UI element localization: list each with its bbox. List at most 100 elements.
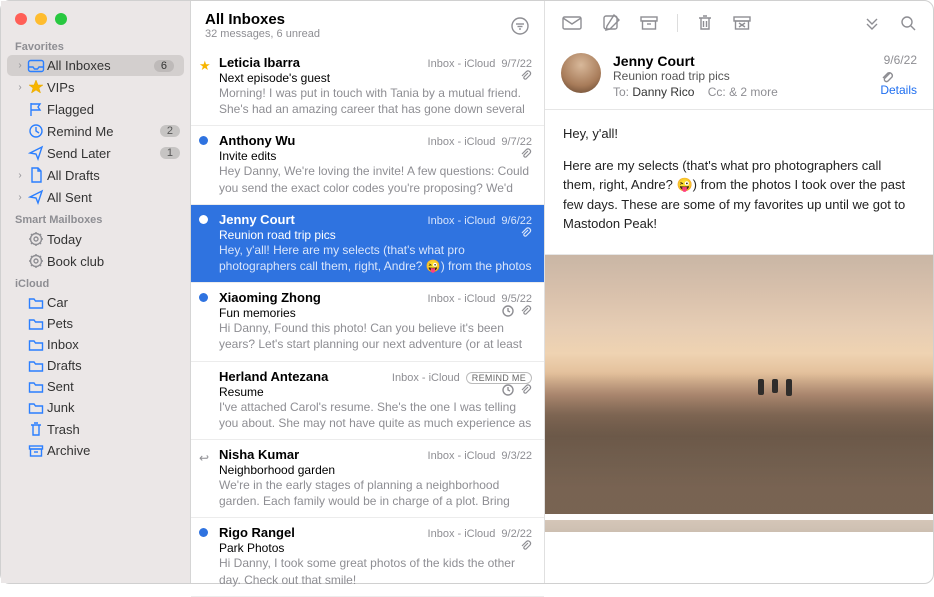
unread-dot-icon (199, 293, 208, 302)
sidebar-item-all-inboxes[interactable]: ›All Inboxes6 (7, 55, 184, 76)
sidebar-item-remind-me[interactable]: Remind Me2 (1, 120, 190, 142)
avatar[interactable] (561, 53, 601, 93)
sidebar-item-today[interactable]: Today (1, 228, 190, 250)
sidebar-item-pets[interactable]: Pets (1, 313, 190, 334)
attachment-icon[interactable] (880, 69, 917, 83)
sidebar-item-label: Remind Me (47, 124, 160, 139)
message-sender: Leticia Ibarra (219, 55, 300, 70)
sidebar-item-label: All Inboxes (47, 58, 154, 73)
sidebar-item-archive[interactable]: Archive (1, 440, 190, 461)
maximize-window-button[interactable] (55, 13, 67, 25)
folder-icon (25, 338, 47, 352)
folder-icon (25, 359, 47, 373)
message-row[interactable]: ★Leticia IbarraInbox - iCloud9/7/22Next … (191, 48, 544, 126)
message-date: 9/5/22 (501, 293, 532, 305)
junk-icon[interactable] (732, 14, 752, 32)
sidebar-item-label: Send Later (47, 146, 160, 161)
message-subject: Invite edits (219, 149, 276, 163)
message-preview: Hi Danny, I took some great photos of th… (219, 555, 532, 587)
sidebar-item-label: All Drafts (47, 168, 180, 183)
sidebar-item-all-sent[interactable]: ›All Sent (1, 186, 190, 208)
clock-icon (25, 123, 47, 139)
sidebar-item-all-drafts[interactable]: ›All Drafts (1, 164, 190, 186)
message-mailbox: Inbox - iCloud (428, 136, 496, 148)
message-subject: Next episode's guest (219, 71, 330, 85)
sidebar-item-label: Sent (47, 379, 180, 394)
chevron-right-icon: › (15, 82, 25, 93)
message-preview: Hi Danny, Found this photo! Can you beli… (219, 320, 532, 352)
viewer-from: Jenny Court (613, 53, 868, 69)
message-row[interactable]: Xiaoming ZhongInbox - iCloud9/5/22Fun me… (191, 283, 544, 361)
trash-icon[interactable] (696, 13, 714, 33)
message-meta: Inbox - iCloud9/3/22 (428, 450, 532, 462)
sidebar-item-car[interactable]: Car (1, 292, 190, 313)
close-window-button[interactable] (15, 13, 27, 25)
message-mailbox: Inbox - iCloud (428, 293, 496, 305)
message-date: 9/7/22 (501, 136, 532, 148)
attached-photo[interactable] (545, 514, 933, 532)
sidebar-item-junk[interactable]: Junk (1, 397, 190, 418)
sidebar-item-vips[interactable]: ›VIPs (1, 76, 190, 98)
attachment-icon (520, 384, 532, 396)
message-viewer-pane: Jenny Court Reunion road trip pics To: D… (545, 1, 933, 583)
search-icon[interactable] (899, 14, 917, 32)
message-row[interactable]: Jenny CourtInbox - iCloud9/6/22Reunion r… (191, 205, 544, 283)
folder-icon (25, 401, 47, 415)
trash-folder-icon (25, 421, 47, 437)
sidebar-item-send-later[interactable]: Send Later1 (1, 142, 190, 164)
sidebar-item-inbox[interactable]: Inbox (1, 334, 190, 355)
details-link[interactable]: Details (880, 83, 917, 97)
sidebar-item-drafts[interactable]: Drafts (1, 355, 190, 376)
message-mailbox: Inbox - iCloud (428, 58, 496, 70)
mailbox-title: All Inboxes (205, 11, 320, 28)
message-row[interactable]: Rigo RangelInbox - iCloud9/2/22Park Phot… (191, 518, 544, 596)
message-meta: Inbox - iCloud9/6/22 (428, 215, 532, 227)
sidebar-item-flagged[interactable]: Flagged (1, 98, 190, 120)
minimize-window-button[interactable] (35, 13, 47, 25)
filter-button[interactable] (510, 16, 530, 36)
message-date: 9/7/22 (501, 58, 532, 70)
message-subject: Fun memories (219, 306, 296, 320)
tray-icon (25, 59, 47, 73)
folder-icon (25, 296, 47, 310)
tongue-emoji-icon: 😜 (676, 177, 692, 192)
badge: 2 (160, 125, 180, 137)
remind-me-pill: REMIND ME (466, 372, 532, 384)
envelope-icon[interactable] (561, 14, 583, 32)
message-mailbox: Inbox - iCloud (392, 372, 460, 384)
message-row[interactable]: ↩Nisha KumarInbox - iCloud9/3/22Neighbor… (191, 440, 544, 518)
message-date: 9/2/22 (501, 528, 532, 540)
sidebar-item-book-club[interactable]: Book club (1, 250, 190, 272)
message-row[interactable]: Herland AntezanaInbox - iCloudREMIND MER… (191, 362, 544, 440)
sidebar-item-trash[interactable]: Trash (1, 418, 190, 440)
archive-icon[interactable] (639, 14, 659, 32)
unread-dot-icon (199, 215, 208, 224)
message-row[interactable]: Anthony WuInbox - iCloud9/7/22Invite edi… (191, 126, 544, 204)
sidebar-item-label: Today (47, 232, 180, 247)
clock-icon (502, 305, 514, 317)
clock-icon (502, 384, 514, 396)
attached-photo[interactable] (545, 254, 933, 514)
window-controls (1, 1, 190, 35)
message-date: 9/6/22 (501, 215, 532, 227)
sidebar-section-label: Favorites (1, 35, 190, 55)
message-preview: I've attached Carol's resume. She's the … (219, 399, 532, 431)
sidebar-section-label: iCloud (1, 272, 190, 292)
attachment-icon (520, 148, 532, 160)
reply-icon: ↩ (199, 450, 209, 465)
message-mailbox: Inbox - iCloud (428, 450, 496, 462)
message-meta: Inbox - iCloud9/2/22 (428, 528, 532, 540)
sidebar-item-label: All Sent (47, 190, 180, 205)
compose-icon[interactable] (601, 13, 621, 33)
more-icon[interactable] (863, 16, 881, 30)
sidebar-item-sent[interactable]: Sent (1, 376, 190, 397)
message-sender: Rigo Rangel (219, 525, 295, 540)
message-subject: Resume (219, 385, 264, 399)
viewer-recipients: To: Danny Rico Cc: & 2 more (613, 85, 868, 99)
unread-dot-icon (199, 136, 208, 145)
message-sender: Jenny Court (219, 212, 295, 227)
mailbox-subtitle: 32 messages, 6 unread (205, 28, 320, 40)
message-sender: Nisha Kumar (219, 447, 299, 462)
sidebar-item-label: Pets (47, 316, 180, 331)
attachment-icon (520, 305, 532, 317)
